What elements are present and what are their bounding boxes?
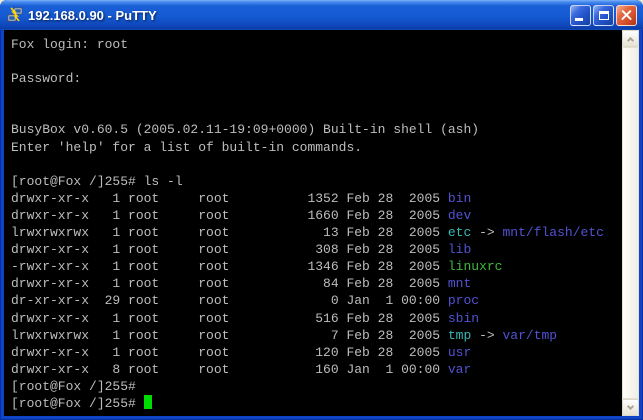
terminal-line: drwxr-xr-x 1 root root 1352 Feb 28 2005 … bbox=[11, 190, 622, 207]
file-name: sbin bbox=[448, 311, 479, 326]
terminal-line: drwxr-xr-x 8 root root 160 Jan 1 00:00 v… bbox=[11, 361, 622, 378]
close-icon bbox=[617, 6, 636, 25]
chevron-down-icon bbox=[627, 402, 634, 409]
file-name: linuxrc bbox=[448, 259, 503, 274]
cursor-block bbox=[144, 395, 152, 409]
close-button[interactable] bbox=[616, 5, 637, 26]
chevron-up-icon bbox=[627, 36, 634, 43]
scroll-down-button[interactable] bbox=[622, 399, 639, 416]
terminal-line: Enter 'help' for a list of built-in comm… bbox=[11, 139, 622, 156]
window-body: Fox login: root Password: BusyBox v0.60.5 … bbox=[4, 30, 639, 416]
terminal-line bbox=[11, 53, 622, 70]
terminal-line bbox=[11, 156, 622, 173]
terminal-line: drwxr-xr-x 1 root root 516 Feb 28 2005 s… bbox=[11, 310, 622, 327]
symlink-target: var/tmp bbox=[503, 328, 558, 343]
symlink-target: mnt/flash/etc bbox=[503, 225, 604, 240]
scrollbar-track[interactable] bbox=[622, 47, 639, 399]
file-name: dev bbox=[448, 208, 471, 223]
window-title: 192.168.0.90 - PuTTY bbox=[28, 8, 565, 23]
file-name: proc bbox=[448, 293, 479, 308]
scroll-up-button[interactable] bbox=[622, 30, 639, 47]
titlebar[interactable]: 192.168.0.90 - PuTTY bbox=[0, 0, 643, 30]
file-name: bin bbox=[448, 191, 471, 206]
terminal-line: lrwxrwxrwx 1 root root 7 Feb 28 2005 tmp… bbox=[11, 327, 622, 344]
terminal-line: drwxr-xr-x 1 root root 1660 Feb 28 2005 … bbox=[11, 207, 622, 224]
file-name: lib bbox=[448, 242, 471, 257]
maximize-icon bbox=[599, 11, 609, 20]
maximize-button[interactable] bbox=[593, 5, 614, 26]
terminal-line: BusyBox v0.60.5 (2005.02.11-19:09+0000) … bbox=[11, 121, 622, 138]
window-controls bbox=[570, 5, 637, 26]
terminal-line: drwxr-xr-x 1 root root 308 Feb 28 2005 l… bbox=[11, 241, 622, 258]
terminal-line: -rwxr-xr-x 1 root root 1346 Feb 28 2005 … bbox=[11, 258, 622, 275]
file-name: usr bbox=[448, 345, 471, 360]
putty-window: 192.168.0.90 - PuTTY Fox login: root Pass… bbox=[0, 0, 643, 420]
terminal-line: drwxr-xr-x 1 root root 120 Feb 28 2005 u… bbox=[11, 344, 622, 361]
file-name: var bbox=[448, 362, 471, 377]
scrollbar[interactable] bbox=[622, 30, 639, 416]
terminal-line: [root@Fox /]255# bbox=[11, 395, 622, 412]
scrollbar-thumb[interactable] bbox=[622, 47, 639, 399]
minimize-icon bbox=[575, 18, 583, 21]
terminal-line: Fox login: root bbox=[11, 36, 622, 53]
terminal-line: dr-xr-xr-x 29 root root 0 Jan 1 00:00 pr… bbox=[11, 292, 622, 309]
terminal-line: Password: bbox=[11, 70, 622, 87]
file-name: tmp bbox=[448, 328, 471, 343]
terminal-line: lrwxrwxrwx 1 root root 13 Feb 28 2005 et… bbox=[11, 224, 622, 241]
file-name: etc bbox=[448, 225, 471, 240]
shell-prompt: [root@Fox /]255# bbox=[11, 396, 144, 411]
terminal-line: [root@Fox /]255# ls -l bbox=[11, 173, 622, 190]
putty-app-icon bbox=[6, 7, 23, 24]
terminal-line bbox=[11, 87, 622, 104]
terminal-line: drwxr-xr-x 1 root root 84 Feb 28 2005 mn… bbox=[11, 275, 622, 292]
terminal-line: [root@Fox /]255# bbox=[11, 378, 622, 395]
terminal-screen[interactable]: Fox login: root Password: BusyBox v0.60.5 … bbox=[4, 30, 622, 416]
minimize-button[interactable] bbox=[570, 5, 591, 26]
terminal-line bbox=[11, 104, 622, 121]
file-name: mnt bbox=[448, 276, 471, 291]
